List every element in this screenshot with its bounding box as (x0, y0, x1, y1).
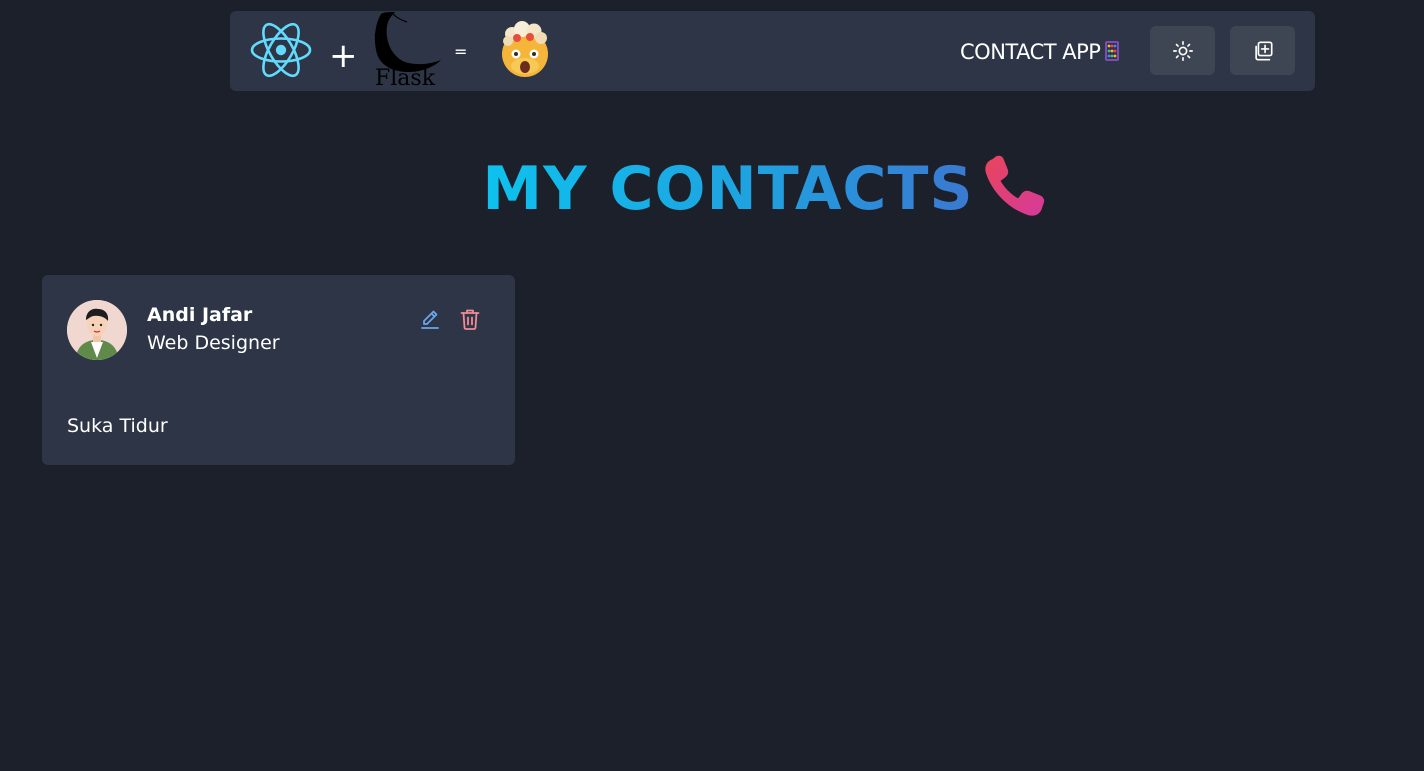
edit-contact-button[interactable] (418, 307, 442, 331)
app-title: CONTACT APP (960, 38, 1120, 66)
delete-contact-button[interactable] (458, 307, 482, 331)
contact-role: Web Designer (147, 332, 280, 354)
contact-description: Suka Tidur (67, 415, 168, 437)
equals-sign: = (454, 42, 468, 61)
telephone-receiver-icon (984, 155, 1044, 216)
sun-icon (1172, 40, 1193, 61)
page-heading: MY CONTACTS (0, 152, 1424, 226)
pencil-icon (423, 310, 438, 325)
avatar-illustration (67, 300, 127, 360)
add-contact-button[interactable] (1230, 26, 1295, 75)
react-logo-icon (250, 22, 312, 78)
flask-label: Flask (375, 66, 436, 91)
trash-icon (460, 309, 480, 330)
avatar (67, 300, 127, 360)
plus-sign: + (329, 36, 358, 76)
abacus-emoji-icon (1105, 41, 1120, 61)
add-contact-icon (1254, 40, 1273, 61)
contact-card: Andi Jafar Web Designer Suka Tidur (42, 275, 515, 465)
exploding-head-emoji-icon (502, 21, 548, 77)
page-heading-text: MY CONTACTS (482, 154, 974, 224)
theme-toggle-button[interactable] (1150, 26, 1215, 75)
app-title-text: CONTACT APP (960, 40, 1101, 64)
contact-name: Andi Jafar (147, 304, 253, 326)
